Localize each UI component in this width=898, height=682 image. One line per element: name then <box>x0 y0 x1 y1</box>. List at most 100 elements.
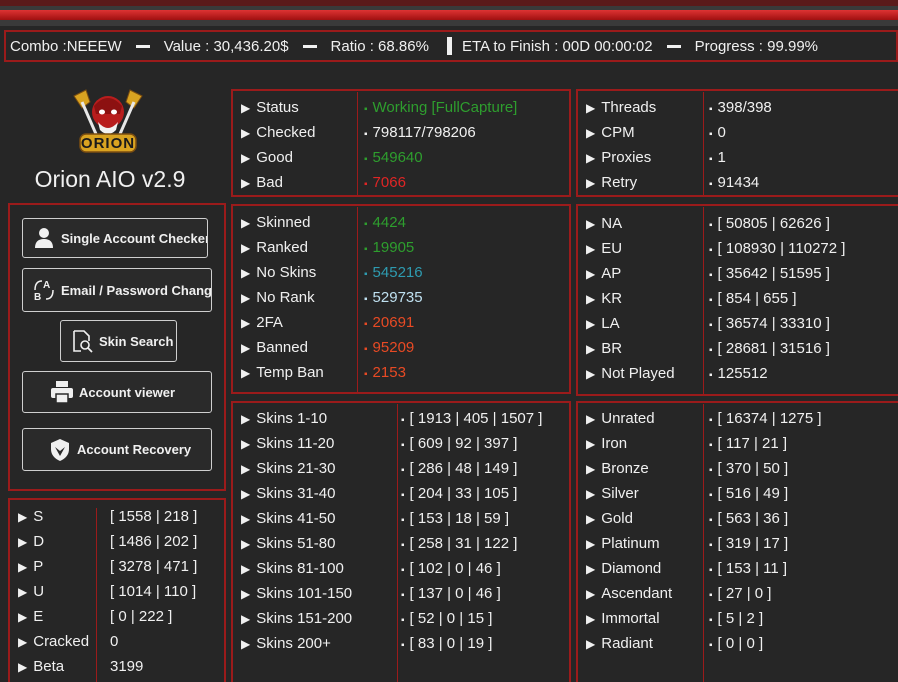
triangle-right-icon: ▶ <box>241 587 251 601</box>
triangle-right-icon: ▶ <box>586 512 596 526</box>
progress-text: Progress : 99.99% <box>694 37 819 55</box>
bullet-icon: ▪ <box>709 129 713 140</box>
value-text: Value : 30,436.20$ <box>163 37 289 55</box>
skins-value: ▪ 529735 <box>364 289 423 306</box>
bullet-icon: ▪ <box>709 104 713 115</box>
triangle-right-icon: ▶ <box>586 267 596 281</box>
region-value: ▪ [ 35642 | 51595 ] <box>709 265 830 282</box>
triangle-right-icon: ▶ <box>241 637 251 651</box>
row-value-text: [ 286 | 48 | 149 ] <box>409 460 518 477</box>
bullet-icon: ▪ <box>401 465 405 476</box>
bullet-icon: ▪ <box>709 270 713 281</box>
threads-value: ▪ 0 <box>709 124 726 141</box>
row-label-text: Proxies <box>601 149 652 166</box>
triangle-right-icon: ▶ <box>586 587 596 601</box>
letter-label: ▶ S <box>18 508 43 525</box>
account-recovery-label: Account Recovery <box>77 442 192 457</box>
skin_counts-value: ▪ [ 1913 | 405 | 1507 ] <box>401 410 542 427</box>
triangle-right-icon: ▶ <box>586 537 596 551</box>
triangle-right-icon: ▶ <box>241 216 251 230</box>
row-label-text: Good <box>256 149 293 166</box>
user-icon <box>31 225 57 251</box>
skin-search-label: Skin Search <box>99 333 174 349</box>
bullet-icon: ▪ <box>401 640 405 651</box>
skins-label: ▶ No Rank <box>241 289 315 306</box>
triangle-right-icon: ▶ <box>18 510 28 524</box>
bullet-icon: ▪ <box>364 244 368 255</box>
row-value-text: [ 153 | 11 ] <box>717 560 788 577</box>
bullet-icon: ▪ <box>364 369 368 380</box>
row-label-text: Bronze <box>601 460 649 477</box>
row-label-text: No Skins <box>256 264 317 281</box>
separator <box>666 44 681 48</box>
row-value-text: [ 258 | 31 | 122 ] <box>409 535 518 552</box>
bullet-icon: ▪ <box>401 590 405 601</box>
bullet-icon: ▪ <box>401 490 405 501</box>
letter-value: [ 1558 | 218 ] <box>110 508 197 525</box>
triangle-right-icon: ▶ <box>241 316 251 330</box>
row-label-text: Ascendant <box>601 585 673 602</box>
row-label-text: Silver <box>601 485 639 502</box>
letter-divider <box>96 508 97 682</box>
row-label-text: Ranked <box>256 239 308 256</box>
row-value-text: [ 609 | 92 | 397 ] <box>409 435 518 452</box>
bullet-icon: ▪ <box>709 295 713 306</box>
row-value-text: [ 1486 | 202 ] <box>110 533 198 550</box>
skin_counts-label: ▶ Skins 151-200 <box>241 610 352 627</box>
skin_counts-value: ▪ [ 52 | 0 | 15 ] <box>401 610 492 627</box>
row-label-text: Status <box>256 99 299 116</box>
row-value-text: [ 516 | 49 ] <box>717 485 789 502</box>
region-value: ▪ [ 854 | 655 ] <box>709 290 797 307</box>
row-value-text: 3199 <box>110 658 144 675</box>
account-viewer-button[interactable]: Account viewer <box>22 371 212 413</box>
row-label-text: Beta <box>33 658 65 675</box>
row-label-text: U <box>33 583 45 600</box>
skin_counts-value: ▪ [ 137 | 0 | 46 ] <box>401 585 501 602</box>
triangle-right-icon: ▶ <box>586 176 596 190</box>
threads-label: ▶ Retry <box>586 174 637 191</box>
separator <box>135 44 150 48</box>
threads-value: ▪ 91434 <box>709 174 759 191</box>
skins-label: ▶ 2FA <box>241 314 283 331</box>
triangle-right-icon: ▶ <box>241 412 251 426</box>
letter-value: [ 1014 | 110 ] <box>110 583 196 600</box>
bullet-icon: ▪ <box>709 615 713 626</box>
region-divider <box>703 207 704 394</box>
rank-label: ▶ Ascendant <box>586 585 672 602</box>
bullet-icon: ▪ <box>364 129 368 140</box>
row-label-text: Skins 21-30 <box>256 460 336 477</box>
row-label-text: Skinned <box>256 214 311 231</box>
email-password-change-button[interactable]: A B Email / Password Change <box>22 268 212 312</box>
triangle-right-icon: ▶ <box>241 462 251 476</box>
row-label-text: NA <box>601 215 623 232</box>
bullet-icon: ▪ <box>709 465 713 476</box>
row-value-text: [ 153 | 18 | 59 ] <box>409 510 510 527</box>
row-label-text: S <box>33 508 44 525</box>
combo-text: Combo :NEEEW <box>10 37 122 55</box>
row-label-text: Diamond <box>601 560 662 577</box>
region-label: ▶ NA <box>586 215 622 232</box>
bullet-icon: ▪ <box>364 219 368 230</box>
single-account-checker-button[interactable]: Single Account Checker <box>22 218 208 258</box>
row-label-text: Skins 151-200 <box>256 610 353 627</box>
row-value-text: [ 854 | 655 ] <box>717 290 797 307</box>
row-value-text: 398/398 <box>717 99 772 116</box>
skin-search-button[interactable]: Skin Search <box>60 320 177 362</box>
region-label: ▶ Not Played <box>586 365 675 382</box>
bullet-icon: ▪ <box>709 220 713 231</box>
row-label-text: Skins 200+ <box>256 635 331 652</box>
file-search-icon <box>69 328 95 354</box>
rank-value: ▪ [ 16374 | 1275 ] <box>709 410 822 427</box>
row-label-text: Skins 101-150 <box>256 585 353 602</box>
row-value-text: [ 52 | 0 | 15 ] <box>409 610 493 627</box>
row-value-text: [ 370 | 50 ] <box>717 460 789 477</box>
row-value-text: [ 83 | 0 | 19 ] <box>409 635 493 652</box>
status-value: ▪ Working [FullCapture] <box>364 99 517 116</box>
printer-icon <box>49 379 75 405</box>
letter-label: ▶ Cracked <box>18 633 89 650</box>
row-value-text: 95209 <box>372 339 415 356</box>
letter-value: [ 3278 | 471 ] <box>110 558 197 575</box>
triangle-right-icon: ▶ <box>241 176 251 190</box>
account-recovery-button[interactable]: Account Recovery <box>22 428 212 471</box>
threads-value: ▪ 398/398 <box>709 99 772 116</box>
